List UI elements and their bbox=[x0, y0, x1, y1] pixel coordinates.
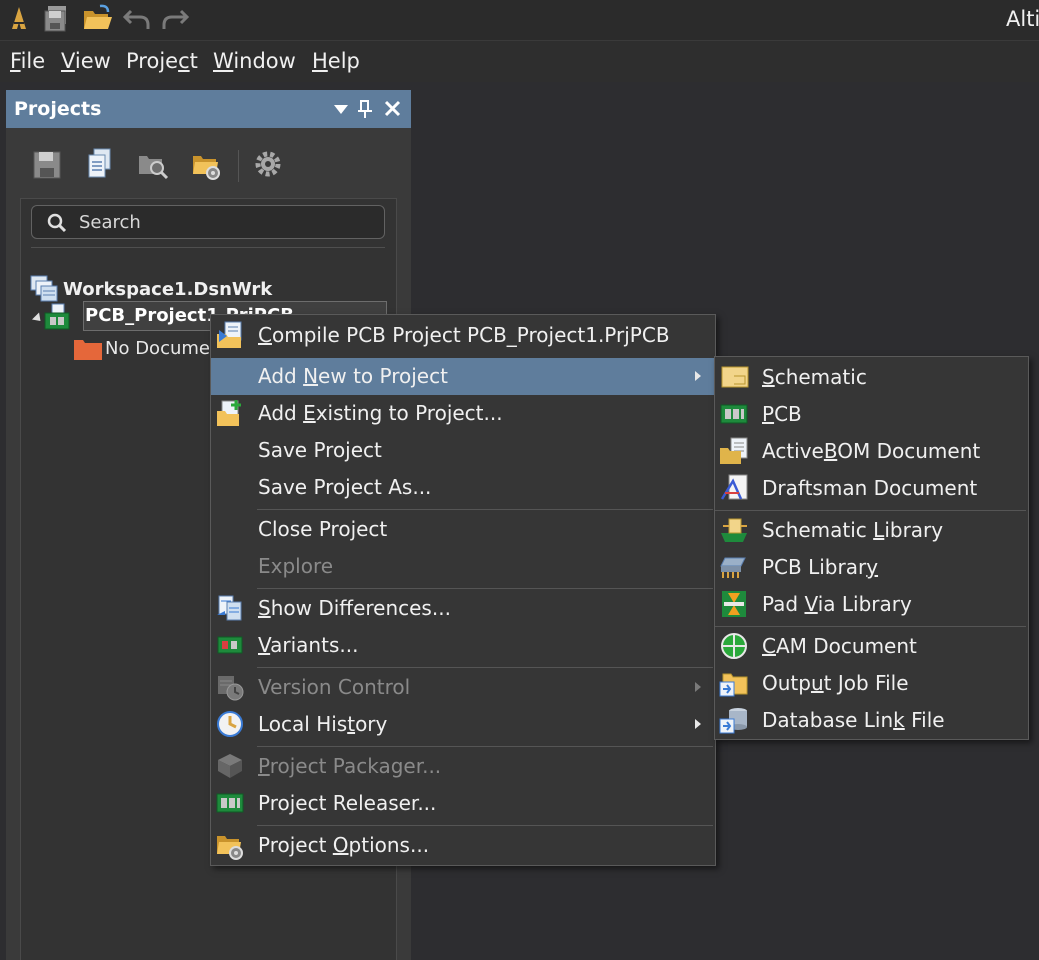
version-control-icon bbox=[218, 676, 244, 701]
pcb-icon bbox=[720, 404, 748, 424]
panel-title: Projects bbox=[14, 98, 102, 120]
draftsman-icon bbox=[720, 474, 748, 500]
menu-item-project-releaser[interactable]: Project Releaser... bbox=[211, 785, 715, 822]
submenu-item-pcb-library[interactable]: PCB Library bbox=[715, 549, 1028, 586]
submenu-item-output-job-file[interactable]: Output Job File bbox=[715, 665, 1028, 702]
search-input[interactable]: Search bbox=[31, 205, 385, 239]
menu-item-close-project[interactable]: Close Project bbox=[211, 511, 715, 548]
submenu-arrow-icon bbox=[695, 371, 701, 381]
altium-logo-icon bbox=[4, 3, 34, 33]
quick-access-toolbar: Alti bbox=[0, 0, 1039, 40]
find-folder-icon[interactable] bbox=[136, 146, 170, 182]
app-title: Alti bbox=[1006, 7, 1039, 31]
submenu-item-cam-document[interactable]: CAM Document bbox=[715, 628, 1028, 665]
menu-separator bbox=[257, 746, 713, 747]
redo-icon[interactable] bbox=[160, 3, 190, 33]
submenu-item-schematic-library[interactable]: Schematic Library bbox=[715, 512, 1028, 549]
add-new-submenu: Schematic PCB ActiveBOM Document Draftsm… bbox=[714, 356, 1029, 740]
schematic-library-icon bbox=[721, 518, 747, 542]
menu-item-add-new-to-project[interactable]: Add New to Project bbox=[211, 358, 715, 395]
menu-item-local-history[interactable]: Local History bbox=[211, 706, 715, 743]
show-differences-icon bbox=[217, 595, 242, 621]
submenu-item-pcb[interactable]: PCB bbox=[715, 396, 1028, 433]
panel-menu-dropdown-icon[interactable] bbox=[328, 94, 354, 124]
packager-icon bbox=[218, 754, 242, 778]
submenu-item-pad-via-library[interactable]: Pad Via Library bbox=[715, 586, 1028, 623]
menu-item-show-differences[interactable]: Show Differences... bbox=[211, 590, 715, 627]
menu-item-project-packager: Project Packager... bbox=[211, 748, 715, 785]
project-options-icon bbox=[217, 836, 243, 860]
folder-options-icon[interactable] bbox=[190, 146, 224, 182]
menu-project[interactable]: Project bbox=[126, 49, 198, 73]
save-all-icon[interactable] bbox=[42, 3, 72, 33]
database-link-file-icon bbox=[719, 708, 747, 734]
menu-item-save-project-as[interactable]: Save Project As... bbox=[211, 469, 715, 506]
menu-separator bbox=[257, 588, 713, 589]
menu-item-project-options[interactable]: Project Options... bbox=[211, 827, 715, 864]
compile-icon bbox=[217, 321, 242, 348]
pad-via-library-icon bbox=[722, 591, 746, 617]
submenu-arrow-icon bbox=[695, 682, 701, 692]
projects-panel-header: Projects bbox=[6, 90, 411, 128]
menu-file[interactable]: File bbox=[10, 49, 45, 73]
menu-bar: File View Project Window Help bbox=[0, 40, 1039, 82]
menu-item-compile[interactable]: Compile PCB Project PCB_Project1.PrjPCB bbox=[211, 317, 715, 354]
open-folder-icon[interactable] bbox=[82, 3, 112, 33]
search-icon bbox=[47, 213, 67, 233]
pcb-project-icon bbox=[44, 303, 70, 330]
activebom-icon bbox=[720, 437, 748, 464]
menu-help[interactable]: Help bbox=[312, 49, 360, 73]
submenu-item-draftsman[interactable]: Draftsman Document bbox=[715, 470, 1028, 507]
undo-icon[interactable] bbox=[122, 3, 152, 33]
output-job-file-icon bbox=[719, 673, 748, 697]
submenu-separator bbox=[715, 626, 1026, 627]
submenu-item-schematic[interactable]: Schematic bbox=[715, 359, 1028, 396]
save-icon[interactable] bbox=[30, 146, 64, 182]
cam-document-icon bbox=[721, 633, 747, 659]
toolbar-separator bbox=[238, 150, 239, 182]
clock-icon bbox=[217, 711, 243, 737]
submenu-separator bbox=[715, 510, 1026, 511]
close-panel-icon[interactable] bbox=[380, 94, 406, 124]
workspace-label: Workspace1.DsnWrk bbox=[63, 279, 273, 300]
workspace-icon bbox=[30, 275, 58, 302]
variants-icon bbox=[217, 636, 243, 654]
copy-documents-icon[interactable] bbox=[82, 146, 116, 182]
tree-separator bbox=[31, 247, 385, 248]
releaser-icon bbox=[216, 793, 244, 813]
submenu-item-database-link-file[interactable]: Database Link File bbox=[715, 702, 1028, 739]
menu-separator bbox=[257, 509, 713, 510]
menu-item-add-existing[interactable]: Add Existing to Project... bbox=[211, 395, 715, 432]
menu-separator bbox=[257, 667, 713, 668]
menu-item-version-control: Version Control bbox=[211, 669, 715, 706]
pcb-library-icon bbox=[720, 557, 746, 578]
folder-icon bbox=[74, 340, 102, 360]
menu-view[interactable]: View bbox=[61, 49, 111, 73]
gear-icon[interactable] bbox=[251, 146, 285, 182]
menu-item-explore: Explore bbox=[258, 554, 334, 578]
search-placeholder: Search bbox=[79, 212, 141, 233]
menu-separator bbox=[257, 825, 713, 826]
pin-icon[interactable] bbox=[352, 94, 378, 124]
menu-item-save-project[interactable]: Save Project bbox=[211, 432, 715, 469]
submenu-arrow-icon bbox=[695, 719, 701, 729]
menu-window[interactable]: Window bbox=[213, 49, 296, 73]
submenu-item-activebom[interactable]: ActiveBOM Document bbox=[715, 433, 1028, 470]
schematic-icon bbox=[721, 366, 749, 388]
add-existing-icon bbox=[217, 400, 241, 426]
project-context-menu: Compile PCB Project PCB_Project1.PrjPCB … bbox=[210, 314, 716, 866]
menu-item-variants[interactable]: Variants... bbox=[211, 627, 715, 664]
